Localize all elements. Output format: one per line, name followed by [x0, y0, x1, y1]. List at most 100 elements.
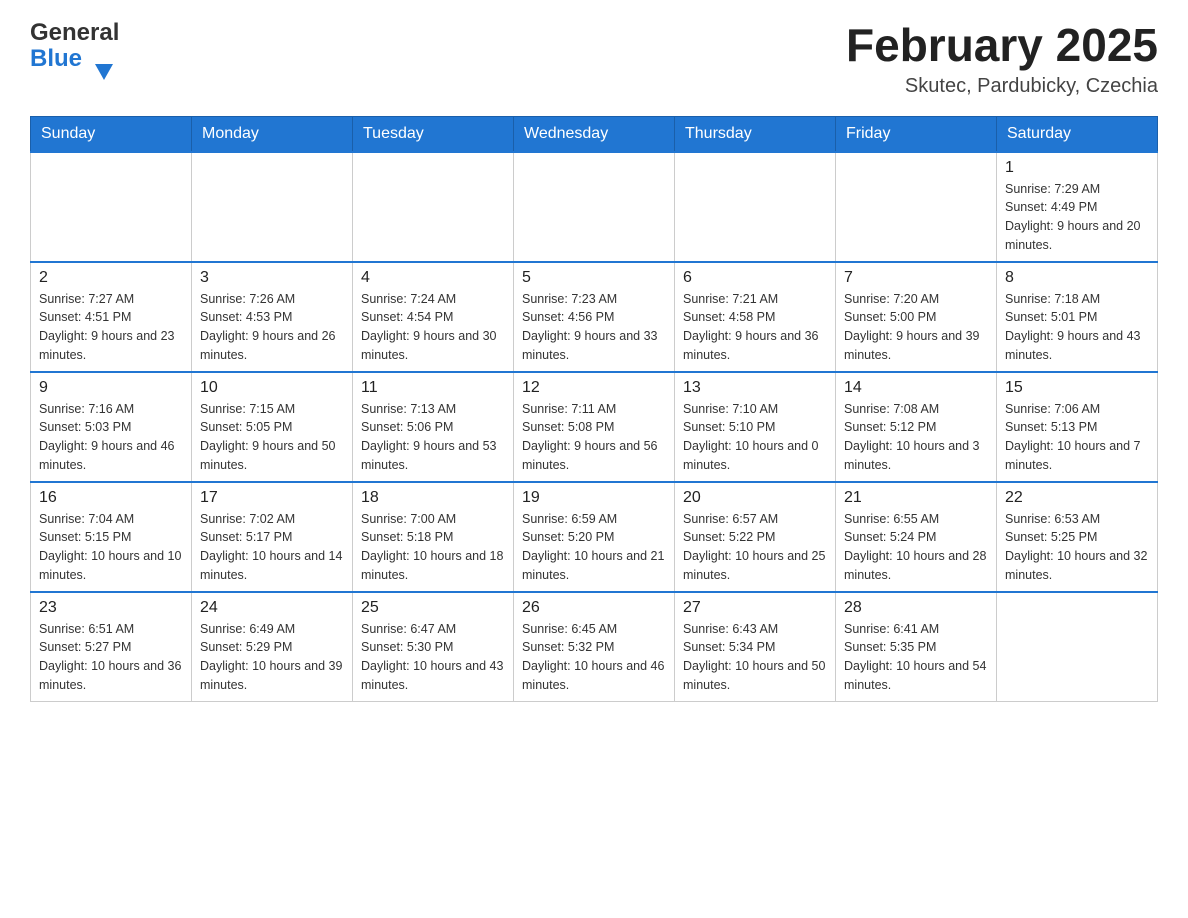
calendar-cell: 27 Sunrise: 6:43 AMSunset: 5:34 PMDayligh… — [675, 592, 836, 702]
calendar-cell: 28 Sunrise: 6:41 AMSunset: 5:35 PMDayligh… — [836, 592, 997, 702]
day-info-text: Sunrise: 7:04 AMSunset: 5:15 PMDaylight:… — [39, 510, 183, 585]
day-number: 11 — [361, 379, 505, 397]
day-number: 4 — [361, 269, 505, 287]
day-info-text: Sunrise: 7:02 AMSunset: 5:17 PMDaylight:… — [200, 510, 344, 585]
logo: General Blue — [30, 20, 119, 73]
day-info-text: Sunrise: 7:10 AMSunset: 5:10 PMDaylight:… — [683, 400, 827, 475]
calendar-cell — [31, 152, 192, 262]
day-number: 21 — [844, 489, 988, 507]
calendar-cell: 13 Sunrise: 7:10 AMSunset: 5:10 PMDayligh… — [675, 372, 836, 482]
calendar-week-row: 1 Sunrise: 7:29 AMSunset: 4:49 PMDaylight… — [31, 152, 1158, 262]
calendar-cell: 20 Sunrise: 6:57 AMSunset: 5:22 PMDayligh… — [675, 482, 836, 592]
day-number: 7 — [844, 269, 988, 287]
calendar-cell: 22Sunrise: 6:53 AMSunset: 5:25 PMDayligh… — [997, 482, 1158, 592]
calendar-cell: 1 Sunrise: 7:29 AMSunset: 4:49 PMDaylight… — [997, 152, 1158, 262]
day-number: 17 — [200, 489, 344, 507]
calendar-cell: 23Sunrise: 6:51 AMSunset: 5:27 PMDayligh… — [31, 592, 192, 702]
month-title: February 2025 — [846, 20, 1158, 71]
day-header-wednesday: Wednesday — [514, 116, 675, 152]
calendar-cell: 6 Sunrise: 7:21 AMSunset: 4:58 PMDaylight… — [675, 262, 836, 372]
calendar-cell: 5Sunrise: 7:23 AMSunset: 4:56 PMDaylight… — [514, 262, 675, 372]
calendar-cell: 7 Sunrise: 7:20 AMSunset: 5:00 PMDaylight… — [836, 262, 997, 372]
day-info-text: Sunrise: 7:06 AMSunset: 5:13 PMDaylight:… — [1005, 400, 1149, 475]
logo-general-text: General — [30, 20, 119, 46]
day-info-text: Sunrise: 7:24 AMSunset: 4:54 PMDaylight:… — [361, 290, 505, 365]
calendar-week-row: 23Sunrise: 6:51 AMSunset: 5:27 PMDayligh… — [31, 592, 1158, 702]
day-number: 24 — [200, 599, 344, 617]
day-number: 3 — [200, 269, 344, 287]
day-number: 8 — [1005, 269, 1149, 287]
day-number: 27 — [683, 599, 827, 617]
day-info-text: Sunrise: 6:55 AMSunset: 5:24 PMDaylight:… — [844, 510, 988, 585]
day-number: 16 — [39, 489, 183, 507]
calendar-cell: 24 Sunrise: 6:49 AMSunset: 5:29 PMDayligh… — [192, 592, 353, 702]
day-info-text: Sunrise: 7:27 AMSunset: 4:51 PMDaylight:… — [39, 290, 183, 365]
day-info-text: Sunrise: 7:26 AMSunset: 4:53 PMDaylight:… — [200, 290, 344, 365]
day-number: 9 — [39, 379, 183, 397]
calendar-cell: 16 Sunrise: 7:04 AMSunset: 5:15 PMDayligh… — [31, 482, 192, 592]
calendar-cell: 8 Sunrise: 7:18 AMSunset: 5:01 PMDaylight… — [997, 262, 1158, 372]
day-info-text: Sunrise: 7:23 AMSunset: 4:56 PMDaylight:… — [522, 290, 666, 365]
day-info-text: Sunrise: 7:20 AMSunset: 5:00 PMDaylight:… — [844, 290, 988, 365]
calendar-cell: 26 Sunrise: 6:45 AMSunset: 5:32 PMDayligh… — [514, 592, 675, 702]
calendar-cell: 3 Sunrise: 7:26 AMSunset: 4:53 PMDaylight… — [192, 262, 353, 372]
day-number: 15 — [1005, 379, 1149, 397]
page-header: General Blue February 2025 Skutec, Pardu… — [30, 20, 1158, 98]
calendar-cell — [675, 152, 836, 262]
day-info-text: Sunrise: 6:59 AMSunset: 5:20 PMDaylight:… — [522, 510, 666, 585]
day-number: 10 — [200, 379, 344, 397]
day-header-saturday: Saturday — [997, 116, 1158, 152]
day-number: 18 — [361, 489, 505, 507]
day-number: 23 — [39, 599, 183, 617]
day-header-monday: Monday — [192, 116, 353, 152]
calendar-cell: 2 Sunrise: 7:27 AMSunset: 4:51 PMDaylight… — [31, 262, 192, 372]
day-info-text: Sunrise: 7:21 AMSunset: 4:58 PMDaylight:… — [683, 290, 827, 365]
calendar-table: SundayMondayTuesdayWednesdayThursdayFrid… — [30, 116, 1158, 702]
day-number: 25 — [361, 599, 505, 617]
day-header-tuesday: Tuesday — [353, 116, 514, 152]
day-info-text: Sunrise: 6:47 AMSunset: 5:30 PMDaylight:… — [361, 620, 505, 695]
day-number: 6 — [683, 269, 827, 287]
day-info-text: Sunrise: 6:43 AMSunset: 5:34 PMDaylight:… — [683, 620, 827, 695]
location-text: Skutec, Pardubicky, Czechia — [846, 75, 1158, 98]
calendar-cell: 14 Sunrise: 7:08 AMSunset: 5:12 PMDayligh… — [836, 372, 997, 482]
logo-blue-text: Blue — [30, 46, 82, 72]
calendar-cell: 25 Sunrise: 6:47 AMSunset: 5:30 PMDayligh… — [353, 592, 514, 702]
calendar-cell: 10Sunrise: 7:15 AMSunset: 5:05 PMDayligh… — [192, 372, 353, 482]
day-info-text: Sunrise: 7:13 AMSunset: 5:06 PMDaylight:… — [361, 400, 505, 475]
day-number: 13 — [683, 379, 827, 397]
day-number: 14 — [844, 379, 988, 397]
calendar-cell: 21 Sunrise: 6:55 AMSunset: 5:24 PMDayligh… — [836, 482, 997, 592]
calendar-cell: 9 Sunrise: 7:16 AMSunset: 5:03 PMDaylight… — [31, 372, 192, 482]
calendar-week-row: 2 Sunrise: 7:27 AMSunset: 4:51 PMDaylight… — [31, 262, 1158, 372]
day-header-sunday: Sunday — [31, 116, 192, 152]
calendar-cell: 11 Sunrise: 7:13 AMSunset: 5:06 PMDayligh… — [353, 372, 514, 482]
day-info-text: Sunrise: 6:41 AMSunset: 5:35 PMDaylight:… — [844, 620, 988, 695]
day-info-text: Sunrise: 7:16 AMSunset: 5:03 PMDaylight:… — [39, 400, 183, 475]
calendar-cell: 19Sunrise: 6:59 AMSunset: 5:20 PMDayligh… — [514, 482, 675, 592]
title-block: February 2025 Skutec, Pardubicky, Czechi… — [846, 20, 1158, 98]
calendar-cell — [836, 152, 997, 262]
day-number: 26 — [522, 599, 666, 617]
day-info-text: Sunrise: 6:49 AMSunset: 5:29 PMDaylight:… — [200, 620, 344, 695]
calendar-cell: 18 Sunrise: 7:00 AMSunset: 5:18 PMDayligh… — [353, 482, 514, 592]
calendar-cell: 12 Sunrise: 7:11 AMSunset: 5:08 PMDayligh… — [514, 372, 675, 482]
day-info-text: Sunrise: 7:00 AMSunset: 5:18 PMDaylight:… — [361, 510, 505, 585]
day-info-text: Sunrise: 7:18 AMSunset: 5:01 PMDaylight:… — [1005, 290, 1149, 365]
day-number: 1 — [1005, 159, 1149, 177]
day-number: 28 — [844, 599, 988, 617]
calendar-cell — [192, 152, 353, 262]
day-info-text: Sunrise: 6:57 AMSunset: 5:22 PMDaylight:… — [683, 510, 827, 585]
day-number: 20 — [683, 489, 827, 507]
calendar-week-row: 16 Sunrise: 7:04 AMSunset: 5:15 PMDayligh… — [31, 482, 1158, 592]
day-info-text: Sunrise: 7:29 AMSunset: 4:49 PMDaylight:… — [1005, 180, 1149, 255]
day-number: 12 — [522, 379, 666, 397]
day-info-text: Sunrise: 6:45 AMSunset: 5:32 PMDaylight:… — [522, 620, 666, 695]
calendar-week-row: 9 Sunrise: 7:16 AMSunset: 5:03 PMDaylight… — [31, 372, 1158, 482]
calendar-cell — [514, 152, 675, 262]
day-info-text: Sunrise: 7:11 AMSunset: 5:08 PMDaylight:… — [522, 400, 666, 475]
calendar-header-row: SundayMondayTuesdayWednesdayThursdayFrid… — [31, 116, 1158, 152]
day-header-thursday: Thursday — [675, 116, 836, 152]
day-info-text: Sunrise: 7:08 AMSunset: 5:12 PMDaylight:… — [844, 400, 988, 475]
day-number: 2 — [39, 269, 183, 287]
